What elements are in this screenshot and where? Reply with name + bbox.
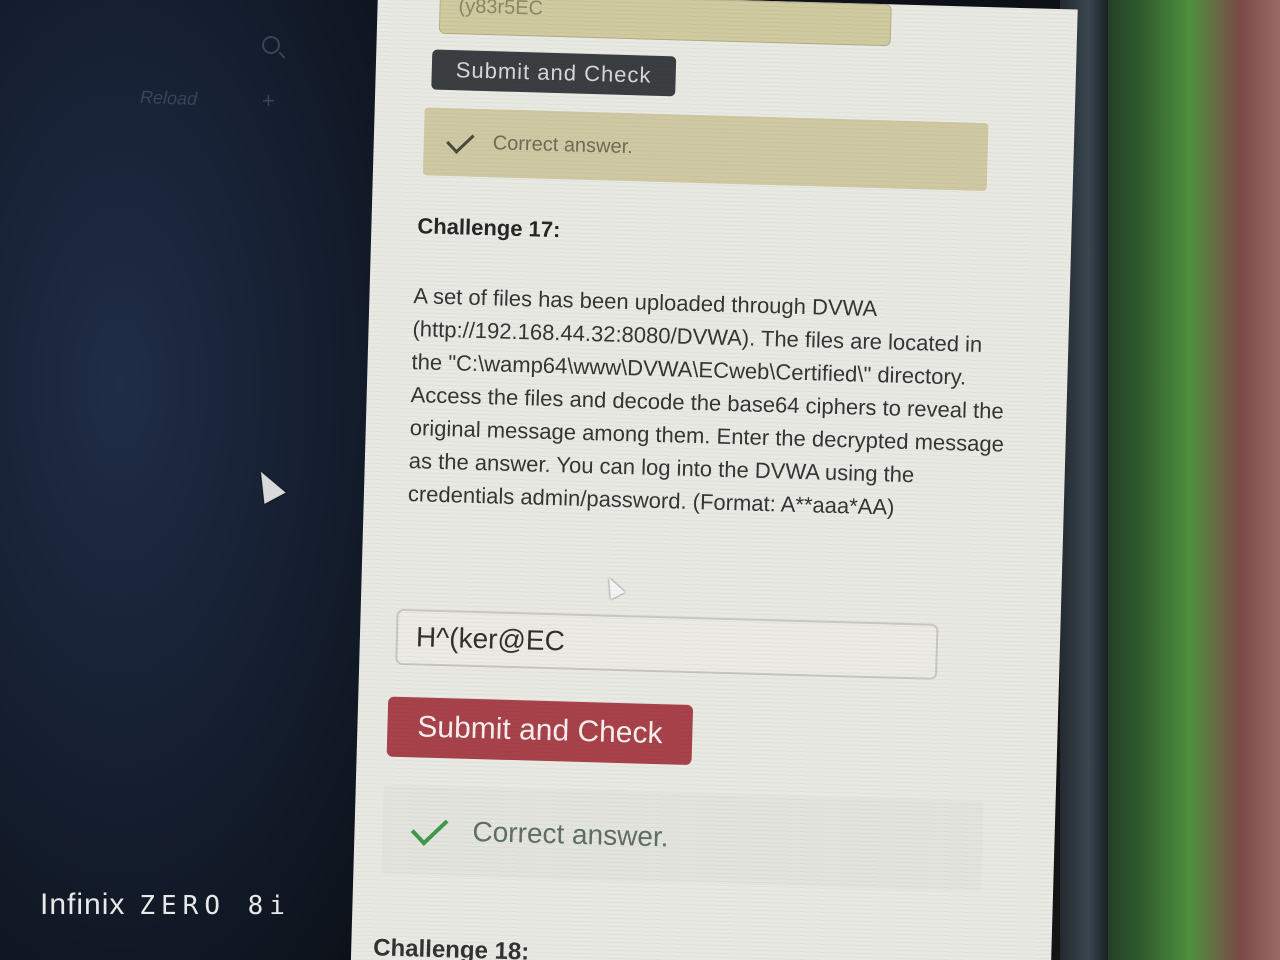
result-box: Correct answer. bbox=[381, 784, 984, 892]
cursor-icon bbox=[601, 574, 626, 600]
previous-submit-button[interactable]: Submit and Check bbox=[431, 49, 677, 97]
answer-input[interactable] bbox=[395, 608, 939, 680]
challenge-title: Challenge 17: bbox=[417, 213, 561, 243]
previous-answer-input[interactable]: (y83r5EC bbox=[438, 0, 892, 47]
watermark-brand: Infinix bbox=[40, 888, 126, 921]
plus-icon[interactable]: + bbox=[262, 88, 275, 114]
next-challenge-title: Challenge 18: bbox=[372, 934, 530, 960]
challenge-description: A set of files has been uploaded through… bbox=[407, 283, 1005, 520]
check-icon bbox=[410, 808, 449, 846]
background-window bbox=[0, 0, 400, 960]
result-text: Correct answer. bbox=[472, 815, 669, 853]
previous-result-text: Correct answer. bbox=[492, 131, 634, 158]
reload-label[interactable]: Reload bbox=[140, 87, 198, 110]
check-icon bbox=[446, 125, 475, 154]
previous-result-box: Correct answer. bbox=[422, 107, 989, 192]
photo-scene: Reload + (y83r5EC Submit and Check Corre… bbox=[0, 0, 1280, 960]
search-icon[interactable] bbox=[262, 36, 280, 54]
camera-watermark: Infinix ZERO 8i bbox=[40, 888, 291, 922]
watermark-model: ZERO 8i bbox=[139, 891, 291, 921]
challenge-page: (y83r5EC Submit and Check Correct answer… bbox=[350, 0, 1078, 960]
background-right bbox=[1080, 0, 1280, 960]
submit-and-check-button[interactable]: Submit and Check bbox=[386, 696, 694, 766]
